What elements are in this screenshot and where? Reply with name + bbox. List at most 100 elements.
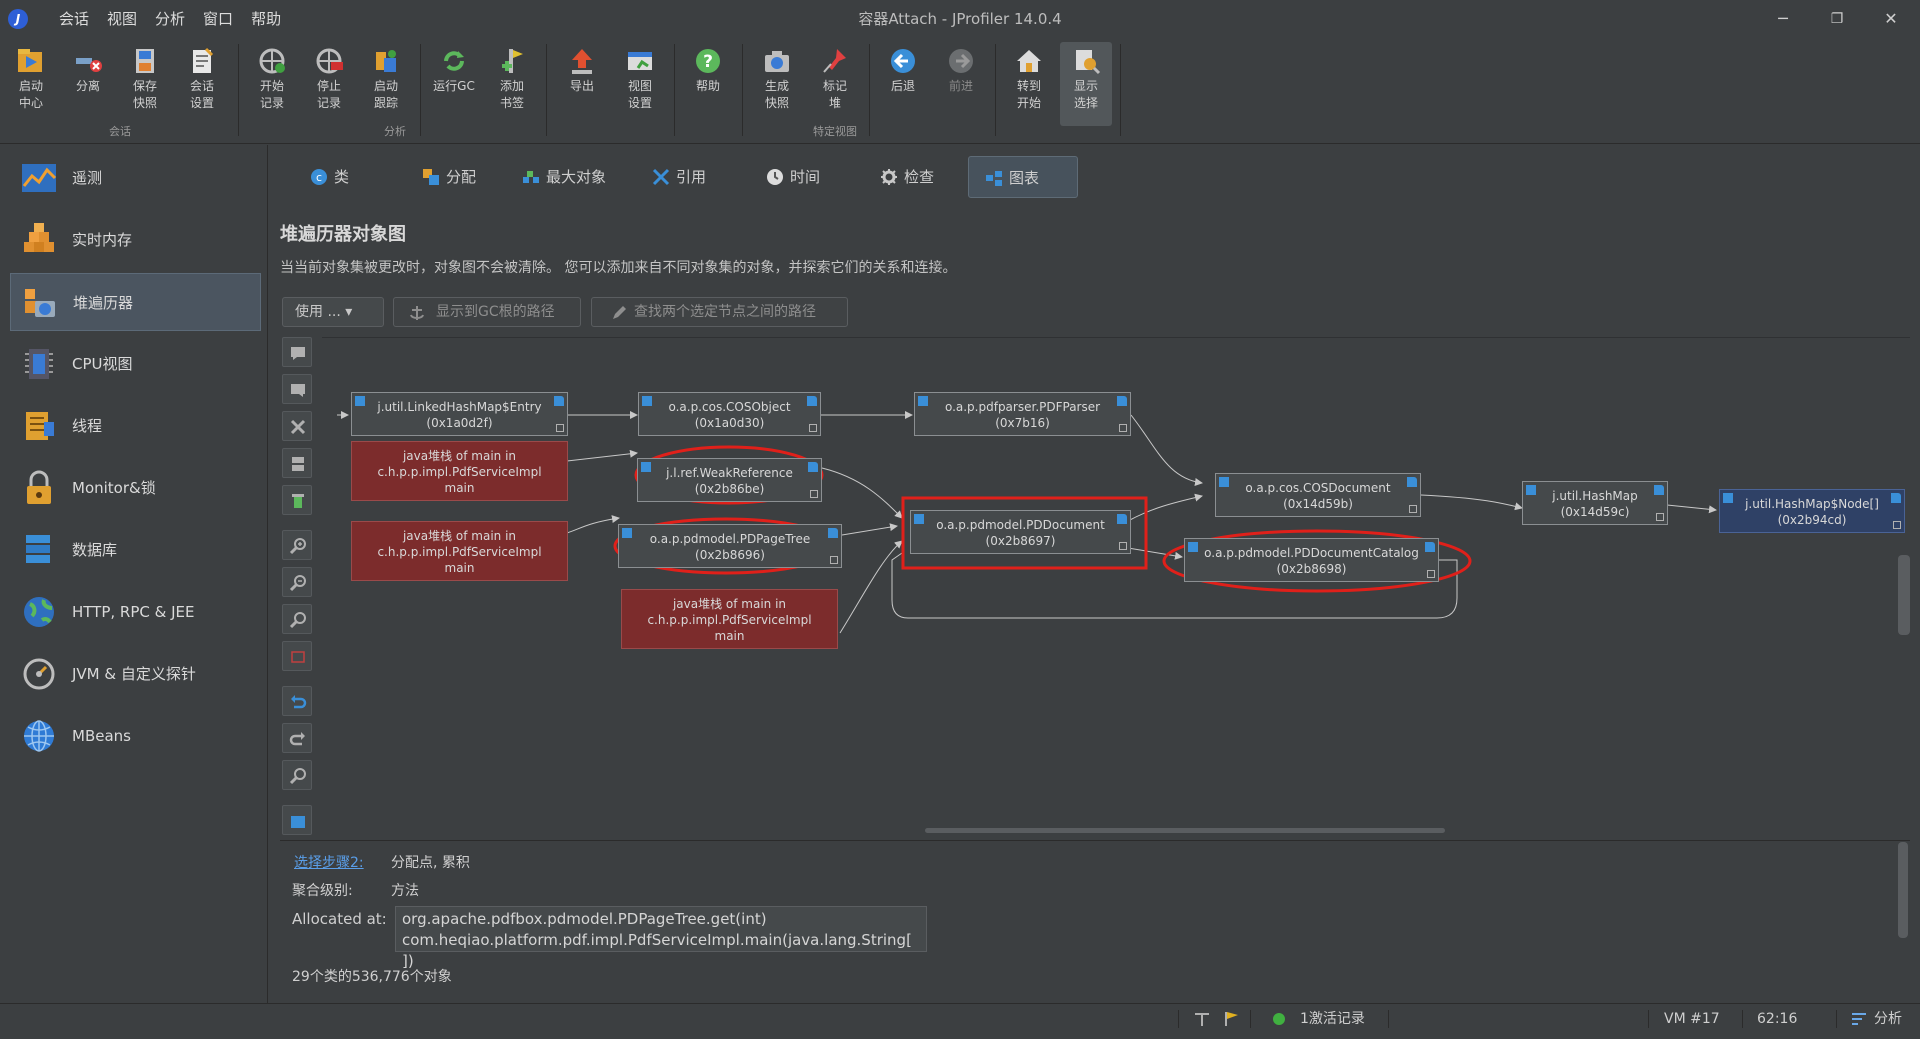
session-settings-button[interactable]: 会话 设置 [176, 42, 228, 126]
graph-tool-zoom-in-button[interactable] [282, 530, 312, 560]
tab-references[interactable]: 引用 [648, 156, 728, 198]
flag-icon[interactable] [1222, 1011, 1240, 1027]
tab-time[interactable]: 时间 [762, 156, 852, 198]
view-settings-button[interactable]: 视图 设置 [614, 42, 666, 126]
sidebar-item-heap-walker[interactable]: 堆遍历器 [10, 273, 261, 331]
graph-node-pddocumentcatalog[interactable]: o.a.p.pdmodel.PDDocumentCatalog (0x2b869… [1184, 538, 1439, 582]
node-plus-icon[interactable] [809, 424, 817, 432]
node-expand-icon[interactable] [1117, 514, 1127, 524]
graph-tool-zoom-out-button[interactable] [282, 567, 312, 597]
add-bookmark-button[interactable]: 添加 书签 [486, 42, 538, 126]
menu-help[interactable]: 帮助 [242, 0, 290, 38]
sidebar-item-threads[interactable]: 线程 [10, 397, 261, 455]
node-expand-icon[interactable] [1407, 477, 1417, 487]
graph-tool-export-button[interactable] [282, 805, 312, 835]
node-expand-icon[interactable] [828, 528, 838, 538]
graph-stack-node[interactable]: java堆栈 of main in c.h.p.p.impl.PdfServic… [621, 589, 838, 649]
menu-window[interactable]: 窗口 [194, 0, 242, 38]
sidebar-item-cpu-views[interactable]: CPU视图 [10, 335, 261, 393]
sidebar-item-databases[interactable]: 数据库 [10, 521, 261, 579]
node-plus-icon[interactable] [556, 424, 564, 432]
node-plus-icon[interactable] [1119, 424, 1127, 432]
graph-tool-clear-button[interactable] [282, 485, 312, 515]
graph-tool-fit-button[interactable] [282, 641, 312, 671]
graph-tool-layout-button[interactable] [282, 448, 312, 478]
sidebar-item-mbeans[interactable]: MBeans [10, 707, 261, 765]
stop-recording-button[interactable]: 停止 记录 [303, 42, 355, 126]
minimize-button[interactable]: ─ [1756, 0, 1810, 38]
graph-tool-collapse-button[interactable] [282, 374, 312, 404]
graph-tool-expand-button[interactable] [282, 337, 312, 367]
menu-view[interactable]: 视图 [98, 0, 146, 38]
graph-node[interactable]: o.a.p.cos.COSObject (0x1a0d30) [638, 392, 821, 436]
help-button[interactable]: ? 帮助 [682, 42, 734, 126]
run-gc-button[interactable]: 运行GC [428, 42, 480, 126]
graph-node-pddocument[interactable]: o.a.p.pdmodel.PDDocument (0x2b8697) [910, 510, 1131, 554]
use-dropdown-button[interactable]: 使用 ... ▾ [282, 297, 384, 327]
take-snapshot-button[interactable]: 生成 快照 [751, 42, 803, 126]
graph-array-node[interactable]: j.util.HashMap$Node[] (0x2b94cd) [1719, 489, 1905, 533]
tab-classes[interactable]: c 类 [306, 156, 386, 198]
graph-vertical-scrollbar[interactable] [1898, 555, 1910, 635]
close-button[interactable]: ✕ [1864, 0, 1918, 38]
sidebar-item-monitors-locks[interactable]: Monitor&锁 [10, 459, 261, 517]
graph-node-pdpagetree[interactable]: o.a.p.pdmodel.PDPageTree (0x2b8696) [618, 524, 842, 568]
node-expand-icon[interactable] [554, 396, 564, 406]
node-plus-icon[interactable] [830, 556, 838, 564]
select-step-link[interactable]: 选择步骤2: [294, 852, 364, 872]
forward-button[interactable]: 前进 [935, 42, 987, 126]
back-button[interactable]: 后退 [877, 42, 929, 126]
show-gc-root-path-button[interactable]: 显示到GC根的路径 [393, 297, 581, 327]
sidebar-item-jvm-probes[interactable]: JVM & 自定义探针 [10, 645, 261, 703]
node-plus-icon[interactable] [1119, 542, 1127, 550]
find-path-between-nodes-button[interactable]: 查找两个选定节点之间的路径 [591, 297, 848, 327]
sidebar-item-telemetry[interactable]: 遥测 [10, 149, 261, 207]
graph-node[interactable]: j.l.ref.WeakReference (0x2b86be) [637, 458, 822, 502]
start-tracking-button[interactable]: 启动 跟踪 [360, 42, 412, 126]
mark-heap-button[interactable]: 标记 堆 [809, 42, 861, 126]
graph-stack-node[interactable]: java堆栈 of main in c.h.p.p.impl.PdfServic… [351, 521, 568, 581]
node-expand-icon[interactable] [807, 396, 817, 406]
node-expand-icon[interactable] [1425, 542, 1435, 552]
node-expand-icon[interactable] [1654, 485, 1664, 495]
graph-node[interactable]: j.util.LinkedHashMap$Entry (0x1a0d2f) [351, 392, 568, 436]
graph-tool-remove-button[interactable] [282, 411, 312, 441]
node-plus-icon[interactable] [1656, 513, 1664, 521]
start-recording-button[interactable]: 开始 记录 [246, 42, 298, 126]
export-button[interactable]: 导出 [556, 42, 608, 126]
show-selection-button[interactable]: 显示 选择 [1060, 42, 1112, 126]
node-plus-icon[interactable] [810, 490, 818, 498]
node-expand-icon[interactable] [808, 462, 818, 472]
graph-tool-redo-button[interactable] [282, 723, 312, 753]
graph-node[interactable]: j.util.HashMap (0x14d59c) [1522, 481, 1668, 525]
tab-graph[interactable]: 图表 [968, 156, 1078, 198]
detach-button[interactable]: 分离 [62, 42, 114, 126]
menu-analysis[interactable]: 分析 [146, 0, 194, 38]
graph-tool-zoom-100-button[interactable] [282, 604, 312, 634]
graph-tool-undo-button[interactable] [282, 686, 312, 716]
save-snapshot-button[interactable]: 保存 快照 [119, 42, 171, 126]
node-expand-icon[interactable] [1117, 396, 1127, 406]
graph-node[interactable]: o.a.p.pdfparser.PDFParser (0x7b16) [914, 392, 1131, 436]
node-plus-icon[interactable] [1427, 570, 1435, 578]
menu-session[interactable]: 会话 [50, 0, 98, 38]
restore-button[interactable]: ❐ [1810, 0, 1864, 38]
object-graph-canvas[interactable]: j.util.LinkedHashMap$Entry (0x1a0d2f) o.… [322, 337, 1910, 831]
info-scrollbar[interactable] [1898, 842, 1908, 938]
tab-biggest-objects[interactable]: 最大对象 [518, 156, 638, 198]
sidebar-item-http-rpc-jee[interactable]: HTTP, RPC & JEE [10, 583, 261, 641]
sidebar-item-live-memory[interactable]: 实时内存 [10, 211, 261, 269]
graph-horizontal-scrollbar[interactable] [925, 828, 1445, 833]
node-expand-icon[interactable] [1891, 493, 1901, 503]
graph-tool-search-button[interactable] [282, 760, 312, 790]
start-center-button[interactable]: 启动 中心 [5, 42, 57, 126]
graph-stack-node[interactable]: java堆栈 of main in c.h.p.p.impl.PdfServic… [351, 441, 568, 501]
node-plus-icon[interactable] [1409, 505, 1417, 513]
bookmark-icon[interactable] [1193, 1011, 1211, 1027]
node-plus-icon[interactable] [1893, 521, 1901, 529]
tab-inspections[interactable]: 检查 [876, 156, 966, 198]
tab-allocations[interactable]: 分配 [418, 156, 508, 198]
go-to-start-button[interactable]: 转到 开始 [1003, 42, 1055, 126]
active-recordings-status[interactable]: 1激活记录 [1300, 1004, 1365, 1034]
graph-node[interactable]: o.a.p.cos.COSDocument (0x14d59b) [1215, 473, 1421, 517]
